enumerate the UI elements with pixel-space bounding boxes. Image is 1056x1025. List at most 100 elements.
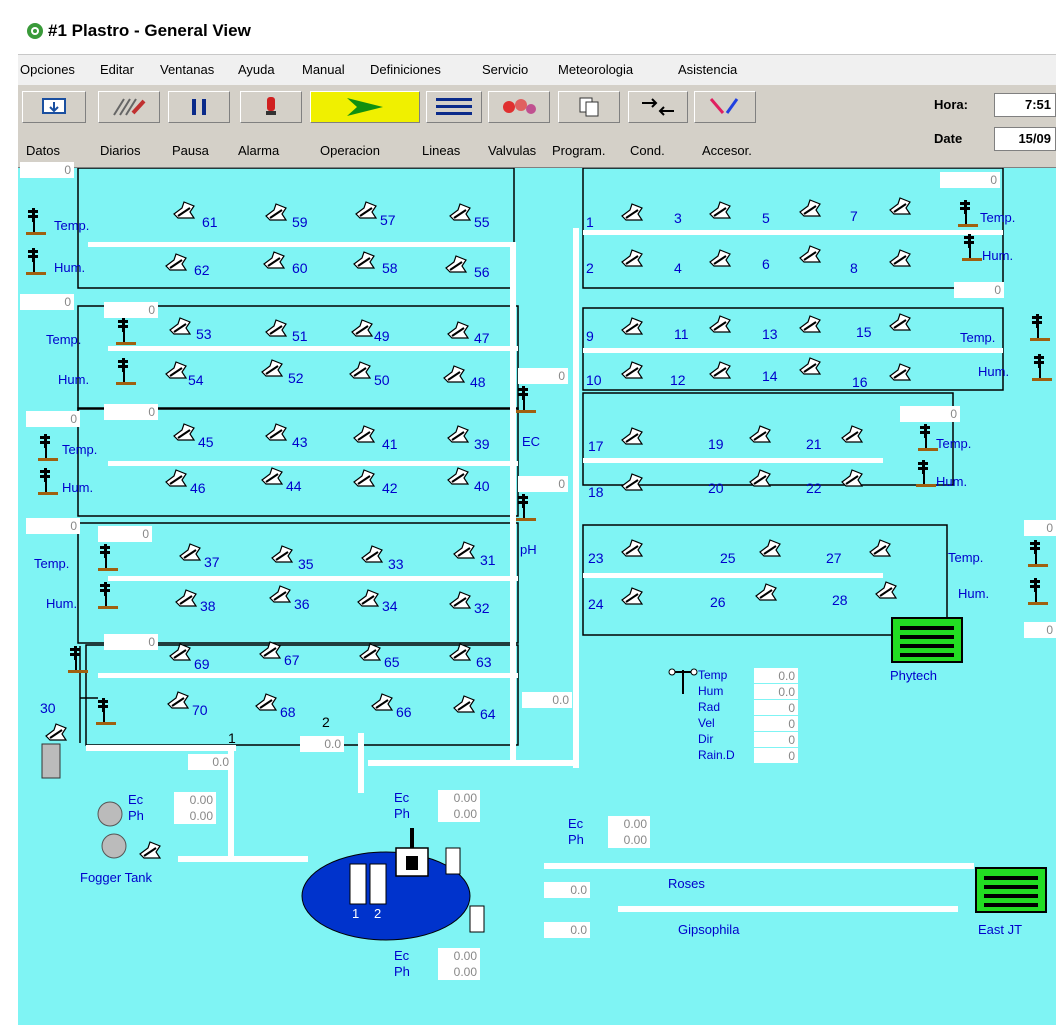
valve-number[interactable]: 19	[708, 436, 724, 452]
valve-icon[interactable]	[621, 249, 643, 267]
valve-icon[interactable]	[165, 361, 187, 379]
valve-icon[interactable]	[265, 319, 287, 337]
valve-icon[interactable]	[841, 425, 863, 443]
valve-number[interactable]: 14	[762, 368, 778, 384]
valve-number[interactable]: 64	[480, 706, 496, 722]
valve-number[interactable]: 56	[474, 264, 490, 280]
valve-icon[interactable]	[371, 693, 393, 711]
valve-number[interactable]: 57	[380, 212, 396, 228]
menu-ayuda[interactable]: Ayuda	[238, 62, 275, 77]
valve-icon[interactable]	[447, 467, 469, 485]
sensor-icon[interactable]	[918, 424, 938, 451]
valve-number[interactable]: 69	[194, 656, 210, 672]
valve-icon[interactable]	[355, 201, 377, 219]
valve-30-label[interactable]: 30	[40, 700, 56, 716]
valve-number[interactable]: 48	[470, 374, 486, 390]
valve-icon[interactable]	[261, 467, 283, 485]
roses-label[interactable]: Roses	[668, 876, 705, 891]
valve-icon[interactable]	[173, 201, 195, 219]
valve-icon[interactable]	[755, 583, 777, 601]
valve-icon[interactable]	[841, 469, 863, 487]
valve-icon[interactable]	[447, 425, 469, 443]
valve-number[interactable]: 58	[382, 260, 398, 276]
valve-number[interactable]: 45	[198, 434, 214, 450]
valve-number[interactable]: 20	[708, 480, 724, 496]
diarios-button[interactable]	[98, 91, 160, 123]
valve-icon[interactable]	[175, 589, 197, 607]
valve-icon[interactable]	[875, 581, 897, 599]
valve-number[interactable]: 42	[382, 480, 398, 496]
program-button[interactable]	[558, 91, 620, 123]
sensor-icon[interactable]	[68, 646, 88, 673]
valve-number[interactable]: 70	[192, 702, 208, 718]
valve-icon[interactable]	[139, 841, 161, 859]
valve-icon[interactable]	[889, 363, 911, 381]
sensor-icon[interactable]	[962, 234, 982, 261]
valve-icon[interactable]	[799, 315, 821, 333]
valve-icon[interactable]	[453, 541, 475, 559]
valve-icon[interactable]	[799, 245, 821, 263]
valve-number[interactable]: 32	[474, 600, 490, 616]
valve-number[interactable]: 1	[586, 214, 594, 230]
valve-number[interactable]: 18	[588, 484, 604, 500]
sensor-icon[interactable]	[26, 248, 46, 275]
valve-number[interactable]: 53	[196, 326, 212, 342]
sensor-icon[interactable]	[1028, 578, 1048, 605]
operacion-button[interactable]	[310, 91, 420, 123]
sensor-icon[interactable]	[1030, 314, 1050, 341]
menu-ventanas[interactable]: Ventanas	[160, 62, 214, 77]
sensor-icon[interactable]	[26, 208, 46, 235]
pausa-button[interactable]	[168, 91, 230, 123]
menu-asistencia[interactable]: Asistencia	[678, 62, 737, 77]
valve-number[interactable]: 49	[374, 328, 390, 344]
valve-icon[interactable]	[443, 365, 465, 383]
sensor-icon[interactable]	[516, 386, 536, 413]
valve-number[interactable]: 24	[588, 596, 604, 612]
sensor-icon[interactable]	[116, 318, 136, 345]
valve-number[interactable]: 6	[762, 256, 770, 272]
valve-icon[interactable]	[449, 591, 471, 609]
valve-number[interactable]: 46	[190, 480, 206, 496]
valve-icon[interactable]	[269, 585, 291, 603]
valve-icon[interactable]	[265, 203, 287, 221]
valve-icon[interactable]	[869, 539, 891, 557]
sensor-icon[interactable]	[1028, 540, 1048, 567]
valve-number[interactable]: 21	[806, 436, 822, 452]
lineas-button[interactable]	[426, 91, 482, 123]
valve-number[interactable]: 9	[586, 328, 594, 344]
valve-icon[interactable]	[169, 643, 191, 661]
sensor-icon[interactable]	[98, 544, 118, 571]
sensor-icon[interactable]	[958, 200, 978, 227]
valve-number[interactable]: 31	[480, 552, 496, 568]
valve-number[interactable]: 41	[382, 436, 398, 452]
sensor-icon[interactable]	[38, 468, 58, 495]
valve-icon[interactable]	[165, 469, 187, 487]
valve-icon[interactable]	[759, 539, 781, 557]
valve-number[interactable]: 59	[292, 214, 308, 230]
valve-icon[interactable]	[255, 693, 277, 711]
valve-icon[interactable]	[621, 361, 643, 379]
valve-icon[interactable]	[449, 203, 471, 221]
valve-icon[interactable]	[621, 203, 643, 221]
valve-icon[interactable]	[889, 313, 911, 331]
menu-definiciones[interactable]: Definiciones	[370, 62, 441, 77]
valve-icon[interactable]	[621, 473, 643, 491]
valve-icon[interactable]	[353, 251, 375, 269]
valve-number[interactable]: 63	[476, 654, 492, 670]
valve-number[interactable]: 17	[588, 438, 604, 454]
valve-icon[interactable]	[167, 691, 189, 709]
valve-number[interactable]: 35	[298, 556, 314, 572]
valve-number[interactable]: 36	[294, 596, 310, 612]
menu-servicio[interactable]: Servicio	[482, 62, 528, 77]
sensor-icon[interactable]	[38, 434, 58, 461]
valve-icon[interactable]	[749, 469, 771, 487]
valve-icon[interactable]	[889, 197, 911, 215]
valve-icon[interactable]	[621, 317, 643, 335]
valve-number[interactable]: 68	[280, 704, 296, 720]
valve-icon[interactable]	[709, 315, 731, 333]
valve-number[interactable]: 3	[674, 210, 682, 226]
valve-icon[interactable]	[349, 361, 371, 379]
valve-icon[interactable]	[165, 253, 187, 271]
valvulas-button[interactable]	[488, 91, 550, 123]
valve-icon[interactable]	[799, 199, 821, 217]
